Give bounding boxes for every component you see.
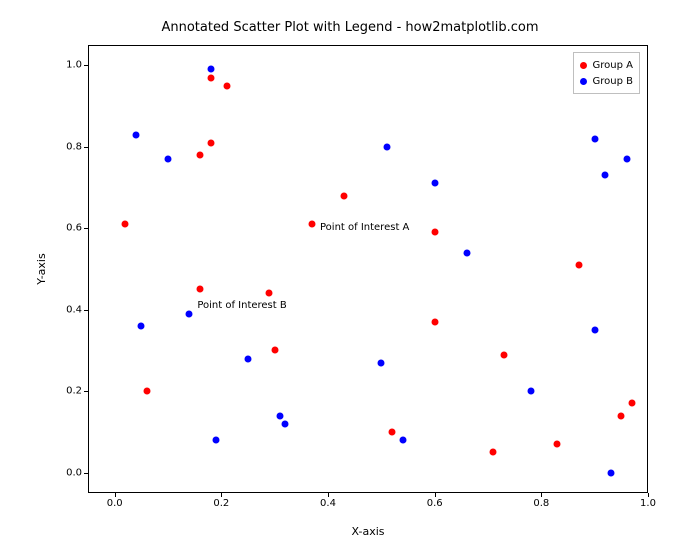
- x-tick-label: 0.4: [320, 498, 336, 509]
- legend: Group A Group B: [573, 52, 640, 94]
- x-tick-mark: [221, 493, 222, 497]
- x-tick-mark: [541, 493, 542, 497]
- y-tick-mark: [84, 228, 88, 229]
- x-tick-mark: [648, 493, 649, 497]
- scatter-point-group-a: [271, 347, 278, 354]
- legend-label: Group A: [593, 60, 633, 71]
- legend-marker-icon: [580, 78, 587, 85]
- scatter-point-group-a: [266, 290, 273, 297]
- x-tick-label: 1.0: [640, 498, 656, 509]
- scatter-point-group-b: [165, 156, 172, 163]
- scatter-point-group-b: [527, 388, 534, 395]
- scatter-point-group-b: [399, 437, 406, 444]
- scatter-point-group-a: [501, 351, 508, 358]
- annotation: Point of Interest A: [320, 222, 409, 233]
- scatter-point-group-a: [309, 221, 316, 228]
- scatter-point-group-b: [383, 143, 390, 150]
- x-tick-mark: [435, 493, 436, 497]
- legend-item-group-a: Group A: [580, 57, 633, 73]
- legend-marker-icon: [580, 62, 587, 69]
- scatter-point-group-a: [207, 139, 214, 146]
- y-tick-mark: [84, 391, 88, 392]
- scatter-point-group-a: [431, 229, 438, 236]
- scatter-point-group-a: [490, 449, 497, 456]
- plot-area: [88, 45, 648, 493]
- scatter-point-group-a: [629, 400, 636, 407]
- y-tick-label: 0.2: [60, 386, 82, 397]
- scatter-point-group-b: [282, 420, 289, 427]
- y-tick-label: 0.4: [60, 304, 82, 315]
- scatter-point-group-b: [245, 355, 252, 362]
- y-tick-mark: [84, 473, 88, 474]
- scatter-point-group-a: [207, 74, 214, 81]
- scatter-point-group-b: [133, 131, 140, 138]
- y-tick-mark: [84, 65, 88, 66]
- scatter-point-group-a: [197, 286, 204, 293]
- x-tick-mark: [328, 493, 329, 497]
- scatter-point-group-a: [143, 388, 150, 395]
- y-tick-label: 0.6: [60, 223, 82, 234]
- scatter-point-group-b: [591, 135, 598, 142]
- scatter-point-group-a: [223, 82, 230, 89]
- scatter-point-group-a: [554, 441, 561, 448]
- scatter-point-group-b: [607, 469, 614, 476]
- legend-label: Group B: [593, 76, 633, 87]
- y-axis-label: Y-axis: [35, 45, 55, 493]
- scatter-point-group-a: [197, 151, 204, 158]
- scatter-point-group-b: [213, 437, 220, 444]
- scatter-point-group-a: [618, 412, 625, 419]
- legend-item-group-b: Group B: [580, 73, 633, 89]
- scatter-point-group-a: [575, 261, 582, 268]
- x-tick-mark: [115, 493, 116, 497]
- scatter-point-group-b: [623, 156, 630, 163]
- scatter-point-group-b: [277, 412, 284, 419]
- scatter-point-group-b: [591, 327, 598, 334]
- scatter-point-group-a: [122, 221, 129, 228]
- scatter-point-group-b: [207, 66, 214, 73]
- x-tick-label: 0.8: [533, 498, 549, 509]
- y-tick-mark: [84, 147, 88, 148]
- y-tick-mark: [84, 310, 88, 311]
- chart-title: Annotated Scatter Plot with Legend - how…: [0, 20, 700, 35]
- scatter-point-group-a: [389, 428, 396, 435]
- y-tick-label: 0.8: [60, 141, 82, 152]
- x-tick-label: 0.6: [427, 498, 443, 509]
- y-tick-label: 0.0: [60, 467, 82, 478]
- scatter-point-group-b: [602, 172, 609, 179]
- scatter-point-group-b: [378, 359, 385, 366]
- x-tick-label: 0.0: [107, 498, 123, 509]
- y-tick-label: 1.0: [60, 60, 82, 71]
- scatter-point-group-a: [431, 318, 438, 325]
- scatter-point-group-b: [431, 180, 438, 187]
- x-axis-label: X-axis: [88, 525, 648, 538]
- x-tick-label: 0.2: [213, 498, 229, 509]
- scatter-point-group-b: [138, 323, 145, 330]
- scatter-point-group-b: [463, 249, 470, 256]
- annotation: Point of Interest B: [197, 300, 286, 311]
- figure: Annotated Scatter Plot with Legend - how…: [0, 0, 700, 560]
- scatter-point-group-b: [186, 310, 193, 317]
- scatter-point-group-a: [341, 192, 348, 199]
